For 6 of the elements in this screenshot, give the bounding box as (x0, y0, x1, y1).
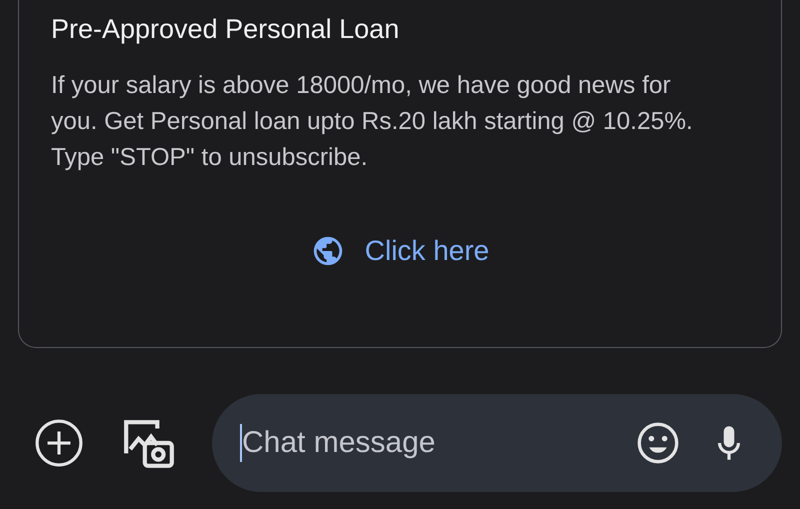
chat-message-field[interactable]: Chat message (240, 425, 600, 461)
card-title: Pre-Approved Personal Loan (51, 14, 400, 46)
click-here-link[interactable]: Click here (310, 234, 490, 268)
add-icon[interactable] (34, 418, 84, 468)
emoji-icon[interactable] (636, 421, 680, 465)
card-body: If your salary is above 18000/mo, we have good news for you. Get Personal loan upto Rs.20 lakh starting @ 10.25%. Type "STOP" to unsubscribe. (51, 71, 694, 173)
